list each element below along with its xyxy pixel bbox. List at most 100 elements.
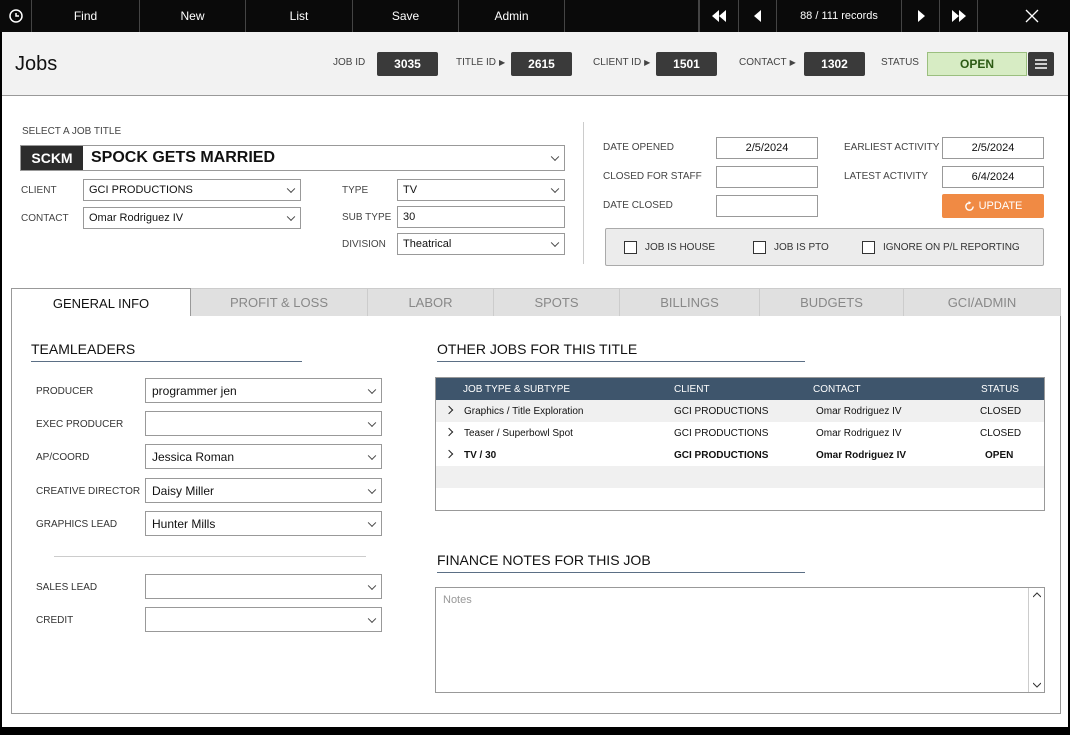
admin-button[interactable]: Admin xyxy=(459,0,565,32)
row-status: OPEN xyxy=(985,450,1014,461)
row-job-type: Graphics / Title Exploration xyxy=(464,406,584,417)
exec-producer-label: EXEC PRODUCER xyxy=(36,419,124,430)
subtype-value: 30 xyxy=(403,211,416,223)
row-client: GCI PRODUCTIONS xyxy=(674,428,769,439)
date-opened-input[interactable]: 2/5/2024 xyxy=(716,137,818,159)
closed-for-staff-input[interactable] xyxy=(716,166,818,188)
subtype-label: SUB TYPE xyxy=(342,212,392,223)
tab-budgets[interactable]: BUDGETS xyxy=(760,288,904,317)
contact-label: CONTACT xyxy=(21,213,69,224)
producer-select[interactable]: programmer jen xyxy=(145,378,382,403)
ap-coord-select[interactable]: Jessica Roman xyxy=(145,444,382,469)
last-record-icon[interactable] xyxy=(940,0,978,32)
client-id-label[interactable]: CLIENT ID ▶ xyxy=(593,57,650,68)
creative-director-select[interactable]: Daisy Miller xyxy=(145,478,382,503)
chevron-up-icon[interactable] xyxy=(1033,592,1041,598)
job-is-pto-checkbox[interactable]: JOB IS PTO xyxy=(753,241,829,254)
close-icon[interactable] xyxy=(1014,0,1050,32)
chevron-down-icon xyxy=(367,581,377,590)
type-select[interactable]: TV xyxy=(397,179,565,201)
general-info-panel: TEAMLEADERS PRODUCER programmer jen EXEC… xyxy=(11,316,1061,714)
client-select[interactable]: GCI PRODUCTIONS xyxy=(83,179,301,201)
update-button[interactable]: UPDATE xyxy=(942,194,1044,218)
previous-record-icon[interactable] xyxy=(739,0,777,32)
title-id-value: 2615 xyxy=(511,52,572,76)
latest-activity-input[interactable]: 6/4/2024 xyxy=(942,166,1044,188)
chevron-right-icon[interactable] xyxy=(444,449,454,459)
find-button[interactable]: Find xyxy=(32,0,140,32)
finance-notes-title: FINANCE NOTES FOR THIS JOB xyxy=(437,552,805,573)
job-flags-panel: JOB IS HOUSE JOB IS PTO IGNORE ON P/L RE… xyxy=(605,228,1044,266)
graphics-lead-label: GRAPHICS LEAD xyxy=(36,519,118,530)
job-id-value: 3035 xyxy=(377,52,438,76)
header-client: CLIENT xyxy=(674,384,710,395)
row-client: GCI PRODUCTIONS xyxy=(674,406,769,417)
tab-profit-loss[interactable]: PROFIT & LOSS xyxy=(191,288,368,317)
new-button[interactable]: New xyxy=(140,0,246,32)
finance-notes-textarea[interactable]: Notes xyxy=(435,587,1045,693)
toolbar: Find New List Save Admin 88 / 111 record… xyxy=(0,0,1070,32)
hamburger-menu-icon[interactable] xyxy=(1028,52,1054,76)
job-is-house-checkbox[interactable]: JOB IS HOUSE xyxy=(624,241,715,254)
checkbox-icon xyxy=(862,241,875,254)
credit-select[interactable] xyxy=(145,607,382,632)
table-row[interactable]: TV / 30 GCI PRODUCTIONS Omar Rodriguez I… xyxy=(436,444,1044,466)
chevron-right-icon[interactable] xyxy=(444,427,454,437)
divider xyxy=(583,122,584,264)
producer-value: programmer jen xyxy=(152,383,237,398)
title-id-label[interactable]: TITLE ID ▶ xyxy=(456,57,505,68)
chevron-right-icon[interactable] xyxy=(444,405,454,415)
producer-label: PRODUCER xyxy=(36,386,94,397)
latest-activity-label: LATEST ACTIVITY xyxy=(844,171,929,182)
tab-labor[interactable]: LABOR xyxy=(368,288,494,317)
exec-producer-select[interactable] xyxy=(145,411,382,436)
sales-lead-label: SALES LEAD xyxy=(36,582,98,593)
table-row[interactable]: Graphics / Title Exploration GCI PRODUCT… xyxy=(436,400,1044,422)
tab-general-info[interactable]: GENERAL INFO xyxy=(11,288,191,317)
job-code: SCKM xyxy=(21,146,83,170)
table-row[interactable]: Teaser / Superbowl Spot GCI PRODUCTIONS … xyxy=(436,422,1044,444)
contact-select[interactable]: Omar Rodriguez IV xyxy=(83,207,301,229)
sales-lead-select[interactable] xyxy=(145,574,382,599)
first-record-icon[interactable] xyxy=(699,0,739,32)
contact-id-label[interactable]: CONTACT ▶ xyxy=(739,57,796,68)
list-button[interactable]: List xyxy=(246,0,353,32)
row-status: CLOSED xyxy=(980,428,1022,439)
tab-spots[interactable]: SPOTS xyxy=(494,288,620,317)
tab-billings[interactable]: BILLINGS xyxy=(620,288,760,317)
scrollbar[interactable] xyxy=(1028,588,1044,692)
ap-coord-value: Jessica Roman xyxy=(152,449,235,464)
save-button[interactable]: Save xyxy=(353,0,459,32)
job-is-pto-label: JOB IS PTO xyxy=(774,242,829,253)
client-label: CLIENT xyxy=(21,185,57,196)
toolbar-spacer xyxy=(565,0,699,32)
table-header: JOB TYPE & SUBTYPE CLIENT CONTACT STATUS xyxy=(436,378,1044,400)
ignore-pl-checkbox[interactable]: IGNORE ON P/L REPORTING xyxy=(862,241,1020,254)
chevron-down-icon[interactable] xyxy=(1033,682,1041,688)
earliest-activity-input[interactable]: 2/5/2024 xyxy=(942,137,1044,159)
ap-coord-label: AP/COORD xyxy=(36,452,90,463)
closed-for-staff-label: CLOSED FOR STAFF xyxy=(603,171,702,182)
graphics-lead-select[interactable]: Hunter Mills xyxy=(145,511,382,536)
job-title-select[interactable]: SCKM SPOCK GETS MARRIED xyxy=(20,145,565,171)
app-logo-icon[interactable] xyxy=(0,0,32,32)
next-record-icon[interactable] xyxy=(902,0,940,32)
subtype-input[interactable]: 30 xyxy=(397,206,565,228)
division-label: DIVISION xyxy=(342,239,386,250)
division-select[interactable]: Theatrical xyxy=(397,233,565,255)
job-title-text: SPOCK GETS MARRIED xyxy=(91,149,276,166)
other-jobs-table: JOB TYPE & SUBTYPE CLIENT CONTACT STATUS… xyxy=(435,377,1045,511)
status-badge[interactable]: OPEN xyxy=(927,52,1027,76)
notes-placeholder: Notes xyxy=(443,594,472,606)
date-opened-label: DATE OPENED xyxy=(603,142,674,153)
date-closed-input[interactable] xyxy=(716,195,818,217)
contact-value: Omar Rodriguez IV xyxy=(89,212,184,224)
status-label: STATUS xyxy=(881,57,919,68)
division-value: Theatrical xyxy=(403,238,452,250)
refresh-icon xyxy=(964,200,974,211)
table-row-empty xyxy=(436,466,1044,488)
contact-id-value: 1302 xyxy=(804,52,865,76)
page-title: Jobs xyxy=(15,53,58,75)
type-value: TV xyxy=(403,184,418,196)
tab-gci-admin[interactable]: GCI/ADMIN xyxy=(904,288,1061,317)
